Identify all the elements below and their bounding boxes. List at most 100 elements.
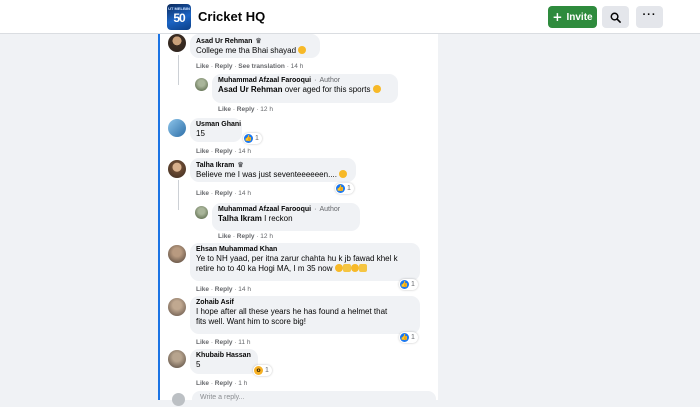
- comment-text: 15: [196, 129, 205, 138]
- comment-time[interactable]: 14 h: [238, 190, 251, 197]
- like-link[interactable]: Like: [196, 339, 209, 346]
- like-link[interactable]: Like: [196, 190, 209, 197]
- reaction-count[interactable]: 👍 1: [243, 133, 262, 144]
- reply-link[interactable]: Reply: [215, 190, 233, 197]
- like-link[interactable]: Like: [218, 233, 231, 240]
- comment-text: I reckon: [261, 214, 293, 223]
- reply-link[interactable]: Reply: [237, 106, 255, 113]
- comment-author[interactable]: Ehsan Muhammad Khan: [196, 246, 414, 253]
- sunglasses-emoji: [350, 264, 359, 272]
- comment-author[interactable]: Asad Ur Rehman: [196, 38, 252, 45]
- search-icon: [610, 12, 621, 23]
- avatar[interactable]: [168, 160, 186, 178]
- tagged-user[interactable]: Asad Ur Rehman: [218, 85, 282, 94]
- plus-icon: +: [552, 9, 563, 24]
- avatar[interactable]: [168, 245, 186, 263]
- comment-actions: Like · Reply · 11 h: [196, 339, 251, 346]
- comment-actions: Like · Reply · See translation · 14 h: [196, 63, 304, 70]
- see-translation-link[interactable]: See translation: [238, 63, 285, 70]
- reaction-count[interactable]: 👍 1: [399, 279, 418, 290]
- reply-connector: [178, 55, 179, 85]
- comment-text-line-1: I hope after all these years he has foun…: [196, 307, 388, 316]
- comment-bubble: Asad Ur Rehman ♛ College me tha Bhai sha…: [190, 34, 320, 58]
- like-link[interactable]: Like: [196, 63, 209, 70]
- comment-author[interactable]: Muhammad Afzaal Farooqui: [218, 77, 311, 84]
- like-icon: 👍: [400, 333, 409, 342]
- like-link[interactable]: Like: [218, 106, 231, 113]
- comment-time[interactable]: 14 h: [238, 148, 251, 155]
- avatar[interactable]: [195, 78, 208, 91]
- like-icon: 👍: [400, 280, 409, 289]
- comment-author[interactable]: Muhammad Afzaal Farooqui: [218, 206, 311, 213]
- more-options-button[interactable]: ···: [636, 6, 663, 28]
- comment-actions: Like · Reply · 12 h: [218, 106, 273, 113]
- reply-link[interactable]: Reply: [215, 286, 233, 293]
- avatar[interactable]: [168, 34, 186, 52]
- comment-text: Believe me I was just seventeeeeeen....: [196, 170, 337, 179]
- like-link[interactable]: Like: [196, 380, 209, 387]
- comment-text: College me tha Bhai shayad: [196, 46, 297, 55]
- comment-actions: Like · Reply · 14 h: [196, 286, 251, 293]
- avatar[interactable]: [168, 119, 186, 137]
- group-logo[interactable]: UT MELBIN 50: [167, 4, 191, 30]
- top-bar: UT MELBIN 50 Cricket HQ + Invite ···: [0, 0, 700, 34]
- comment-bubble: Khubaib Hassan 5: [190, 349, 258, 374]
- comment-time[interactable]: 12 h: [260, 233, 273, 240]
- comment-author[interactable]: Talha Ikram: [196, 162, 234, 169]
- avatar[interactable]: [195, 206, 208, 219]
- avatar[interactable]: [168, 350, 186, 368]
- comment-author[interactable]: Zohaib Asif: [196, 299, 414, 306]
- sunglasses-emoji: [334, 264, 343, 272]
- comment-author[interactable]: Usman Ghani: [196, 121, 241, 128]
- comment-bubble: Talha Ikram ♛ Believe me I was just seve…: [190, 158, 356, 182]
- avatar[interactable]: [168, 298, 186, 316]
- reply-link[interactable]: Reply: [215, 148, 233, 155]
- reply-bubble: Muhammad Afzaal Farooqui · Author Asad U…: [212, 74, 398, 103]
- comment-actions: Like · Reply · 12 h: [218, 233, 273, 240]
- like-icon: 👍: [336, 184, 345, 193]
- tagged-user[interactable]: Talha Ikram: [218, 214, 262, 223]
- comment-text: 5: [196, 360, 201, 369]
- reply-link[interactable]: Reply: [215, 380, 233, 387]
- comment-actions: Like · Reply · 14 h: [196, 190, 251, 197]
- search-button[interactable]: [602, 6, 629, 28]
- reaction-count[interactable]: 👍 1: [335, 183, 354, 194]
- comment-text: over aged for this sports: [282, 85, 371, 94]
- group-name[interactable]: Cricket HQ: [198, 9, 265, 24]
- group-logo-strip: UT MELBIN: [168, 6, 190, 11]
- top-fan-icon: ♛: [255, 38, 262, 45]
- author-badge: Author: [319, 77, 341, 84]
- like-link[interactable]: Like: [196, 148, 209, 155]
- reply-link[interactable]: Reply: [237, 233, 255, 240]
- reply-link[interactable]: Reply: [215, 339, 233, 346]
- reply-input[interactable]: Write a reply...: [192, 391, 436, 407]
- comment-time[interactable]: 12 h: [260, 106, 273, 113]
- comment-actions: Like · Reply · 14 h: [196, 148, 251, 155]
- comment-time[interactable]: 14 h: [238, 286, 251, 293]
- smile-emoji: [372, 85, 381, 93]
- invite-label: Invite: [566, 11, 593, 23]
- thread-indicator: [158, 34, 160, 400]
- reply-link[interactable]: Reply: [215, 63, 233, 70]
- wow-icon: o: [254, 366, 263, 375]
- thumbsup-emoji: [342, 264, 351, 272]
- comment-time[interactable]: 1 h: [238, 380, 247, 387]
- comment-actions: Like · Reply · 1 h: [196, 380, 248, 387]
- comment-author[interactable]: Khubaib Hassan: [196, 352, 252, 359]
- invite-button[interactable]: + Invite: [548, 6, 597, 28]
- comment-time[interactable]: 14 h: [291, 63, 304, 70]
- comment-time[interactable]: 11 h: [238, 339, 250, 346]
- like-link[interactable]: Like: [196, 286, 209, 293]
- more-options-icon: ···: [642, 9, 657, 21]
- comment-bubble: Ehsan Muhammad Khan Ye to NH yaad, per i…: [190, 243, 420, 281]
- reply-connector: [178, 180, 179, 210]
- comment-text-line-1: Ye to NH yaad, per itna zarur chahta hu …: [196, 254, 398, 263]
- thumbsup-emoji: [358, 264, 367, 272]
- reaction-count[interactable]: 👍 1: [399, 332, 418, 343]
- laughing-emoji: [298, 46, 307, 54]
- comment-bubble: Zohaib Asif I hope after all these years…: [190, 296, 420, 334]
- reply-bubble: Muhammad Afzaal Farooqui · Author Talha …: [212, 203, 360, 231]
- comment-text-line-2: fits well. Want him to score big!: [196, 317, 306, 326]
- comment-text-line-2: retire ho to 40 ka Hogi MA, I m 35 now: [196, 264, 333, 273]
- reaction-count[interactable]: o 1: [253, 365, 272, 376]
